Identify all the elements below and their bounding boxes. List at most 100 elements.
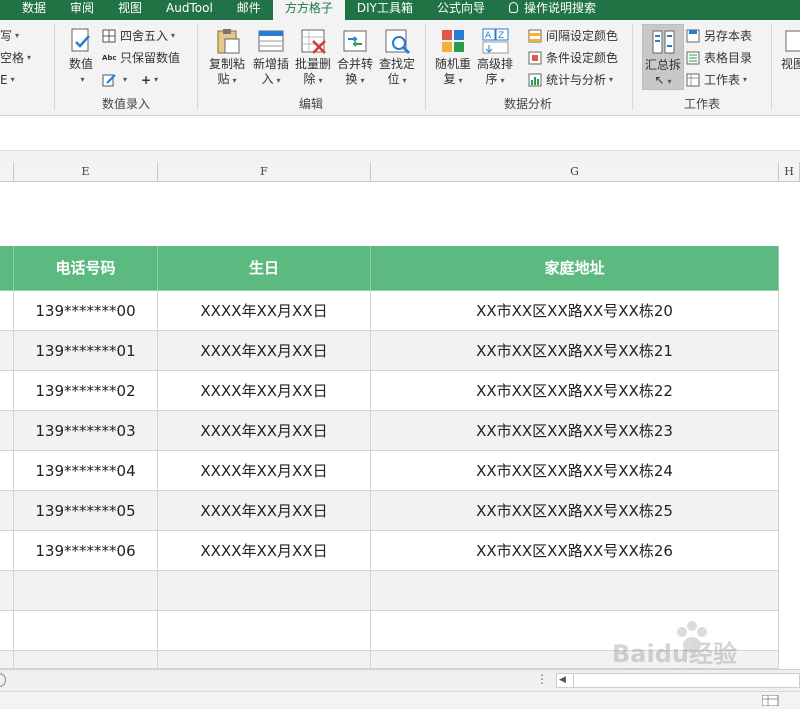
column-header-f[interactable]: F: [158, 162, 371, 182]
empty-cell[interactable]: [371, 182, 779, 246]
row-cell-prev[interactable]: [0, 291, 14, 331]
phone-cell[interactable]: 139*******05: [14, 491, 158, 531]
plus-button[interactable]: +: [141, 70, 151, 90]
birthday-cell[interactable]: XXXX年XX月XX日: [158, 371, 371, 411]
row-cell-prev[interactable]: [0, 491, 14, 531]
empty-cell[interactable]: [371, 571, 779, 611]
row-cell-prev[interactable]: [0, 411, 14, 451]
interval-color-button[interactable]: 间隔设定颜色: [528, 26, 618, 46]
phone-cell[interactable]: 139*******04: [14, 451, 158, 491]
chevron-down-icon: ▾: [743, 75, 748, 84]
round-button[interactable]: 四舍五入 ▾: [102, 26, 175, 46]
random-blocks-icon: [439, 27, 467, 55]
empty-cell[interactable]: [0, 571, 14, 611]
column-header-h[interactable]: H: [779, 162, 800, 182]
empty-cell[interactable]: [0, 182, 14, 246]
tab-data[interactable]: 数据: [0, 0, 58, 20]
find-locate-button[interactable]: 查找定 位 ▾: [376, 24, 418, 92]
tab-fangfanggezi[interactable]: 方方格子: [272, 0, 345, 20]
table-index-button[interactable]: 表格目录: [686, 48, 752, 68]
empty-cell[interactable]: [158, 182, 371, 246]
tab-audtool[interactable]: AudTool: [154, 0, 225, 20]
save-as-sheet-button[interactable]: 另存本表: [686, 26, 752, 46]
address-cell[interactable]: XX市XX区XX路XX号XX栋24: [371, 451, 779, 491]
column-header-prev[interactable]: [0, 162, 14, 182]
tab-formula-wizard[interactable]: 公式向导: [425, 0, 497, 20]
tab-diy-toolbox[interactable]: DIY工具箱: [345, 0, 425, 20]
phone-cell[interactable]: 139*******03: [14, 411, 158, 451]
row-cell-prev[interactable]: [0, 371, 14, 411]
chevron-down-icon: ▾: [154, 75, 159, 84]
birthday-cell[interactable]: XXXX年XX月XX日: [158, 411, 371, 451]
merge-split-button[interactable]: 汇总拆 ↖ ▾: [642, 24, 684, 90]
birthday-cell[interactable]: XXXX年XX月XX日: [158, 491, 371, 531]
tab-view[interactable]: 视图: [106, 0, 154, 20]
birthday-cell[interactable]: XXXX年XX月XX日: [158, 451, 371, 491]
empty-cell[interactable]: [14, 571, 158, 611]
row-cell-prev[interactable]: [0, 451, 14, 491]
phone-cell[interactable]: 139*******00: [14, 291, 158, 331]
row-cell-prev[interactable]: [0, 331, 14, 371]
advanced-sort-button[interactable]: AZ 高级排 序 ▾: [474, 24, 516, 92]
round-icon: [102, 29, 116, 43]
condition-color-button[interactable]: 条件设定颜色: [528, 48, 618, 68]
header-cell-address[interactable]: 家庭地址: [371, 246, 779, 291]
header-cell-prev[interactable]: [0, 246, 14, 291]
worksheet-label: 工作表: [704, 73, 741, 87]
address-cell[interactable]: XX市XX区XX路XX号XX栋22: [371, 371, 779, 411]
spreadsheet-grid[interactable]: 电话号码 生日 家庭地址 139*******00 XXXX年XX月XX日 XX市XX区X…: [0, 182, 800, 669]
address-cell[interactable]: XX市XX区XX路XX号XX栋20: [371, 291, 779, 331]
tab-mail[interactable]: 邮件: [225, 0, 273, 20]
scroll-left-icon[interactable]: ◀: [559, 675, 566, 685]
write-fragment-button[interactable]: 写 ▾: [0, 26, 19, 46]
e-fragment-button[interactable]: E ▾: [0, 70, 15, 90]
view-mode-icon[interactable]: [761, 694, 798, 707]
empty-cell[interactable]: [0, 611, 14, 651]
advanced-sort-label-1: 高级排: [476, 57, 513, 71]
merge-convert-button[interactable]: 合并转 换 ▾: [334, 24, 376, 92]
empty-cell[interactable]: [158, 611, 371, 651]
batch-delete-button[interactable]: 批量删 除 ▾: [292, 24, 334, 92]
empty-cell[interactable]: [158, 651, 371, 669]
formula-bar[interactable]: [0, 117, 800, 151]
document-check-icon: [67, 27, 95, 55]
tab-scroll-dots-icon[interactable]: ⋮: [536, 672, 548, 686]
merge-convert-label-1: 合并转: [336, 57, 373, 71]
value-button[interactable]: 数值 ▾: [60, 24, 102, 92]
column-header-e[interactable]: E: [14, 162, 158, 182]
empty-cell[interactable]: [14, 182, 158, 246]
save-as-sheet-label: 另存本表: [704, 29, 753, 43]
view-fragment-button[interactable]: 视图: [778, 24, 800, 92]
worksheet-button[interactable]: 工作表 ▾: [686, 70, 747, 90]
row-cell-prev[interactable]: [0, 531, 14, 571]
header-cell-phone[interactable]: 电话号码: [14, 246, 158, 291]
header-cell-birthday[interactable]: 生日: [158, 246, 371, 291]
empty-cell[interactable]: [14, 651, 158, 669]
copy-paste-button[interactable]: 复制粘 贴 ▾: [206, 24, 248, 92]
blank-fragment-button[interactable]: 空格 ▾: [0, 48, 31, 68]
clipboard-icon: [213, 27, 241, 55]
address-cell[interactable]: XX市XX区XX路XX号XX栋21: [371, 331, 779, 371]
birthday-cell[interactable]: XXXX年XX月XX日: [158, 331, 371, 371]
address-cell[interactable]: XX市XX区XX路XX号XX栋23: [371, 411, 779, 451]
random-repeat-button[interactable]: 随机重 复 ▾: [432, 24, 474, 92]
add-sheet-icon[interactable]: [0, 673, 6, 687]
empty-cell[interactable]: [0, 651, 14, 669]
phone-cell[interactable]: 139*******01: [14, 331, 158, 371]
address-cell[interactable]: XX市XX区XX路XX号XX栋25: [371, 491, 779, 531]
new-insert-button[interactable]: 新增插 入 ▾: [250, 24, 292, 92]
birthday-cell[interactable]: XXXX年XX月XX日: [158, 531, 371, 571]
phone-cell[interactable]: 139*******06: [14, 531, 158, 571]
column-header-g[interactable]: G: [371, 162, 779, 182]
address-cell[interactable]: XX市XX区XX路XX号XX栋26: [371, 531, 779, 571]
empty-cell[interactable]: [14, 611, 158, 651]
phone-cell[interactable]: 139*******02: [14, 371, 158, 411]
tab-tell-me-search[interactable]: 操作说明搜索: [497, 0, 608, 20]
tab-review[interactable]: 审阅: [58, 0, 106, 20]
edit-format-button[interactable]: ▾ + ▾: [102, 70, 158, 90]
stat-analysis-button[interactable]: 统计与分析 ▾: [528, 70, 613, 90]
keep-value-button[interactable]: Abc 只保留数值: [102, 48, 180, 68]
birthday-cell[interactable]: XXXX年XX月XX日: [158, 291, 371, 331]
empty-cell[interactable]: [158, 571, 371, 611]
horizontal-scrollbar[interactable]: ◀: [556, 673, 800, 688]
